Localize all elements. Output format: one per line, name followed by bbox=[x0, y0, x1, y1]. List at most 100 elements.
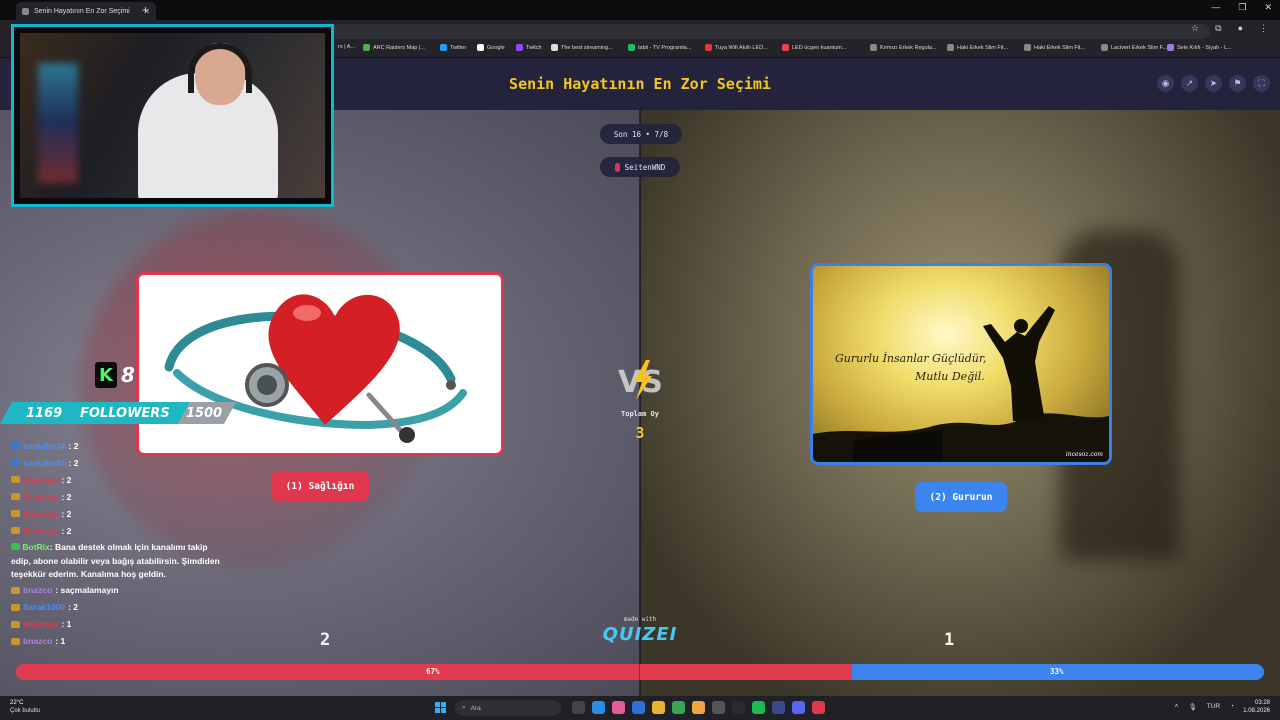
app-icon[interactable] bbox=[692, 701, 705, 714]
bookmark-item[interactable]: Kırmızı Erkek Regula... bbox=[870, 44, 937, 51]
new-tab-icon[interactable]: + bbox=[142, 3, 149, 17]
search-icon: ⌕ bbox=[462, 704, 466, 711]
total-votes-label: Toplam Oy bbox=[621, 410, 659, 418]
chat-message: Maycayy: 2 bbox=[11, 488, 221, 505]
chat-text: : 2 bbox=[61, 491, 72, 502]
weather-widget[interactable]: 22°C Çok bulutlu bbox=[10, 699, 40, 715]
app-icon[interactable] bbox=[772, 701, 785, 714]
bookmark-item[interactable]: Haki Erkek Slim Fit... bbox=[947, 44, 1008, 51]
chat-badge-icon bbox=[11, 476, 20, 483]
bookmark-favicon-icon bbox=[782, 44, 789, 51]
chat-username[interactable]: Maycayy bbox=[23, 492, 58, 502]
chat-text: : 1 bbox=[61, 619, 72, 629]
bookmark-item[interactable]: Tuya Wifi Akıllı LED... bbox=[705, 44, 768, 51]
bookmark-item[interactable]: Haki Erkek Slim Fit... bbox=[1024, 44, 1085, 51]
followers-label: FOLLOWERS bbox=[80, 406, 170, 421]
eye-icon[interactable]: ◉ bbox=[1157, 75, 1174, 92]
close-window-icon[interactable]: ✕ bbox=[1264, 2, 1272, 13]
screen: Senin Hayatının En Zor Seçimi ✕ + — ❐ ✕ … bbox=[0, 0, 1280, 720]
task-view-icon[interactable] bbox=[572, 701, 585, 714]
webcam-feed bbox=[20, 33, 325, 198]
extensions-icon[interactable]: ⧉ bbox=[1215, 23, 1221, 34]
bookmark-item[interactable]: ARC Raiders Map |... bbox=[363, 44, 425, 51]
bookmark-item[interactable]: Google bbox=[477, 44, 505, 51]
bookmark-item[interactable]: rs | A... bbox=[338, 44, 355, 50]
url-input[interactable] bbox=[330, 24, 1210, 39]
bookmark-item[interactable]: Twitter bbox=[440, 44, 466, 51]
bookmark-favicon-icon bbox=[477, 44, 484, 51]
chat-username[interactable]: santafer34 bbox=[23, 441, 66, 451]
spotify-icon[interactable] bbox=[752, 701, 765, 714]
system-clock[interactable]: 03:28 1.08.2026 bbox=[1243, 699, 1270, 715]
chat-username[interactable]: BotRix bbox=[22, 542, 49, 552]
chat-username[interactable]: Sarak1000 bbox=[23, 602, 65, 612]
bookmark-star-icon[interactable]: ☆ bbox=[1191, 23, 1199, 34]
chat-username[interactable]: Maycayy bbox=[23, 509, 58, 519]
restore-icon[interactable]: ❐ bbox=[1238, 2, 1246, 13]
chat-username[interactable]: bnazco bbox=[23, 636, 52, 646]
chat-badge-icon bbox=[11, 459, 20, 466]
bookmark-item[interactable]: Sele Kılıfı - Siyah - L... bbox=[1167, 44, 1232, 51]
quote-line-1: Gururlu İnsanlar Güçlüdür, bbox=[835, 352, 987, 365]
app-icon[interactable] bbox=[712, 701, 725, 714]
flag-icon[interactable]: ⚑ bbox=[1229, 75, 1246, 92]
chat-text: : 2 bbox=[68, 457, 79, 468]
chat-message: santafer34: 2 bbox=[11, 437, 221, 454]
option-a-card[interactable] bbox=[136, 272, 504, 456]
bookmark-item[interactable]: Twitch bbox=[516, 44, 542, 51]
fullscreen-icon[interactable]: ⛶ bbox=[1253, 75, 1270, 92]
bookmark-item[interactable]: LED ücgen kuantum... bbox=[782, 44, 846, 51]
app-icon[interactable] bbox=[812, 701, 825, 714]
chat-username[interactable]: bnazco bbox=[23, 585, 52, 595]
round-badge: Son 16 • 7/8 bbox=[600, 124, 682, 144]
chat-username[interactable]: Maycayy bbox=[23, 475, 58, 485]
bookmark-item[interactable]: The best streaming... bbox=[551, 44, 613, 51]
chat-message: Maycayy: 1 bbox=[11, 616, 221, 633]
chat-username[interactable]: Maycayy bbox=[23, 619, 58, 629]
network-icon[interactable]: ◔ bbox=[1230, 703, 1234, 711]
chat-text: : 2 bbox=[61, 474, 72, 485]
start-icon[interactable] bbox=[435, 702, 446, 713]
chat-username[interactable]: santafer34 bbox=[23, 458, 66, 468]
chat-text: : 2 bbox=[68, 602, 78, 612]
chat-username[interactable]: Maycayy bbox=[23, 526, 58, 536]
chat-text: : 2 bbox=[61, 508, 72, 519]
profile-icon[interactable]: ● bbox=[1238, 23, 1243, 34]
chat-message: Sarak1000: 2 bbox=[11, 599, 221, 616]
chrome-icon[interactable] bbox=[672, 701, 685, 714]
obs-icon[interactable] bbox=[732, 701, 745, 714]
taskbar-apps bbox=[572, 701, 825, 714]
tab-title: Senin Hayatının En Zor Seçimi bbox=[34, 7, 130, 15]
followers-goal: 1500 bbox=[186, 406, 223, 421]
taskbar-search[interactable]: ⌕ Ara bbox=[455, 700, 561, 716]
chat-message: Maycayy: 2 bbox=[11, 471, 221, 488]
option-a-button[interactable]: (1) Sağlığın bbox=[271, 471, 369, 501]
option-b-card[interactable]: Gururlu İnsanlar Güçlüdür, Mutlu Değil. … bbox=[810, 263, 1112, 465]
chat-text: : 1 bbox=[55, 636, 66, 646]
browser-tab[interactable]: Senin Hayatının En Zor Seçimi ✕ bbox=[16, 2, 156, 20]
share-icon[interactable]: ↗ bbox=[1181, 75, 1198, 92]
headphones bbox=[188, 43, 252, 93]
store-icon[interactable] bbox=[632, 701, 645, 714]
toolbar-icons: ☆ ⧉ ● ⋮ bbox=[1191, 23, 1268, 34]
chat-message: bnazco: saçmalamayın bbox=[11, 582, 221, 599]
bookmark-item[interactable]: tabii - TV Programla... bbox=[628, 44, 691, 51]
chat-message: santafer34: 2 bbox=[11, 454, 221, 471]
copilot-icon[interactable] bbox=[612, 701, 625, 714]
weather-desc: Çok bulutlu bbox=[10, 708, 41, 714]
send-icon[interactable]: ➤ bbox=[1205, 75, 1222, 92]
mic-icon[interactable]: 🎙 bbox=[1188, 703, 1196, 711]
chat-message: Maycayy: 2 bbox=[11, 505, 221, 522]
bookmark-favicon-icon bbox=[628, 44, 635, 51]
chat-message: bnazco: 1 bbox=[11, 633, 221, 650]
bookmark-favicon-icon bbox=[440, 44, 447, 51]
option-b-button[interactable]: (2) Gururun bbox=[915, 482, 1007, 512]
tray-chevron-icon[interactable]: ˄ bbox=[1175, 703, 1179, 711]
edge-icon[interactable] bbox=[592, 701, 605, 714]
language-indicator[interactable]: TUR bbox=[1207, 703, 1220, 711]
minimize-icon[interactable]: — bbox=[1211, 2, 1220, 13]
explorer-icon[interactable] bbox=[652, 701, 665, 714]
menu-icon[interactable]: ⋮ bbox=[1259, 23, 1268, 34]
discord-icon[interactable] bbox=[792, 701, 805, 714]
bookmark-item[interactable]: Lacivert Erkek Slim F... bbox=[1101, 44, 1167, 51]
